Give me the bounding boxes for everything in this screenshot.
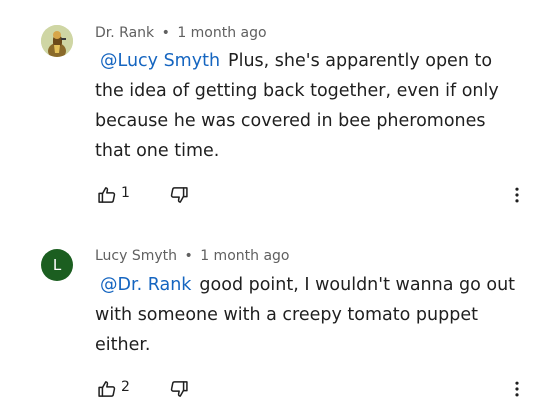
timestamp[interactable]: 1 month ago [200, 248, 289, 264]
comment-actions: 2 [95, 377, 535, 401]
more-vertical-icon [515, 187, 519, 203]
dislike-button[interactable] [167, 377, 191, 401]
like-count: 2 [121, 379, 130, 395]
thumbs-up-icon [98, 187, 116, 203]
comment-text: @Dr. Rank good point, I wouldn't wanna go… [95, 270, 525, 360]
profile-picture-icon [41, 25, 73, 57]
timestamp[interactable]: 1 month ago [177, 25, 266, 41]
avatar[interactable]: L [41, 249, 73, 281]
author-name[interactable]: Lucy Smyth [95, 248, 177, 264]
thumbs-up-icon [98, 381, 116, 397]
dislike-button[interactable] [167, 183, 191, 207]
more-options-button[interactable] [505, 377, 529, 401]
more-options-button[interactable] [505, 183, 529, 207]
comment-meta: Dr. Rank • 1 month ago [95, 25, 267, 41]
avatar-letter: L [52, 256, 62, 274]
comment-meta: Lucy Smyth • 1 month ago [95, 248, 289, 264]
like-button[interactable] [95, 183, 119, 207]
avatar[interactable] [41, 25, 73, 57]
comment-actions: 1 [95, 183, 535, 207]
author-name[interactable]: Dr. Rank [95, 25, 154, 41]
like-button[interactable] [95, 377, 119, 401]
separator-dot: • [161, 25, 170, 41]
mention-link[interactable]: @Dr. Rank [100, 275, 191, 295]
like-count: 1 [121, 185, 130, 201]
separator-dot: • [184, 248, 193, 264]
thumbs-down-icon [170, 187, 188, 203]
comment-text: @Lucy Smyth Plus, she's apparently open t… [95, 46, 525, 166]
thumbs-down-icon [170, 381, 188, 397]
more-vertical-icon [515, 381, 519, 397]
mention-link[interactable]: @Lucy Smyth [100, 51, 220, 71]
